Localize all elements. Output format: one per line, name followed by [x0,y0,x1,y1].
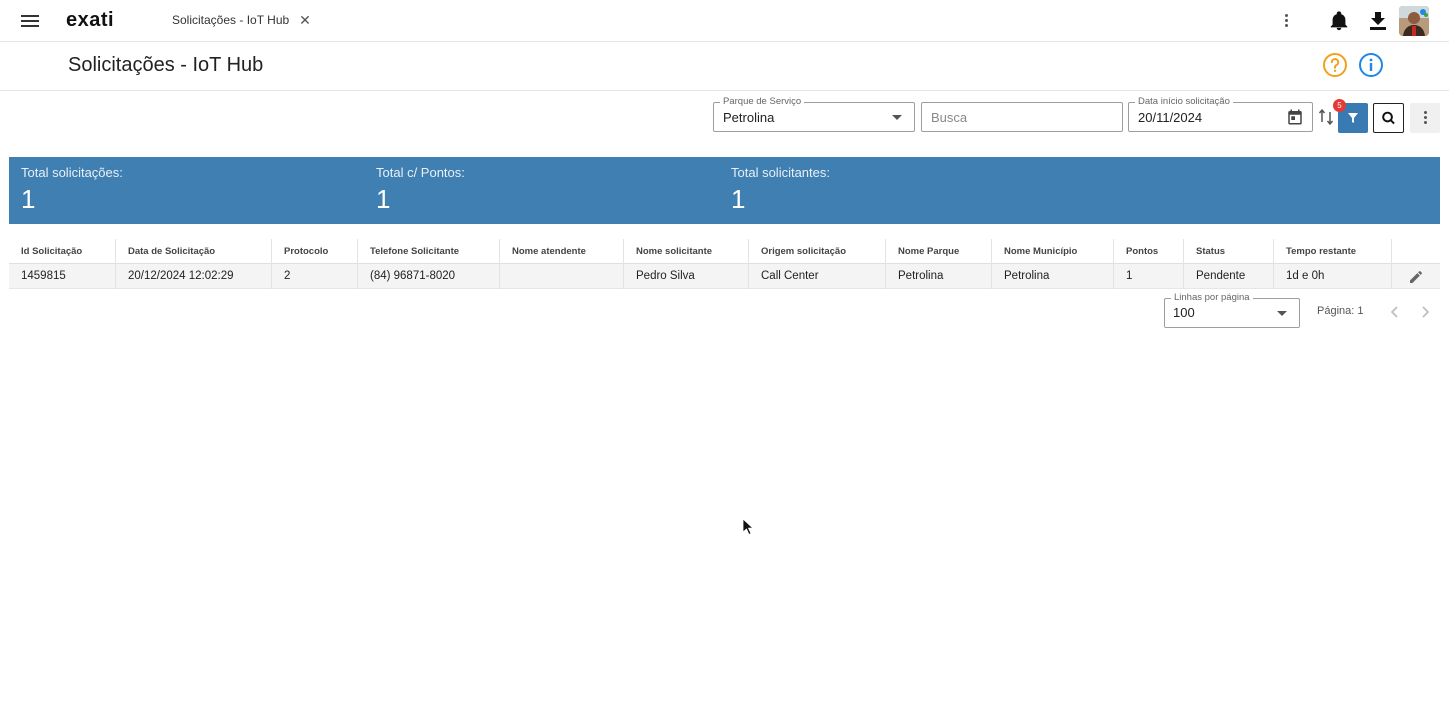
col-tempo[interactable]: Tempo restante [1274,239,1392,264]
calendar-icon[interactable] [1286,108,1304,126]
cell-origem: Call Center [749,264,886,289]
cell-id: 1459815 [9,264,116,289]
page-indicator: Página: 1 [1317,305,1364,317]
more-options-button[interactable] [1410,103,1440,133]
col-protocolo[interactable]: Protocolo [272,239,358,264]
col-telefone[interactable]: Telefone Solicitante [358,239,500,264]
parque-value: Petrolina [723,110,775,125]
col-status[interactable]: Status [1184,239,1274,264]
parque-select[interactable]: Parque de Serviço Petrolina [713,96,915,132]
stat-label: Total c/ Pontos: [376,165,465,180]
search-icon [1382,111,1395,125]
requests-table: Id Solicitação Data de Solicitação Proto… [9,239,1440,289]
chevron-down-icon [1277,311,1287,316]
top-bar: exati Solicitações - IoT Hub ✕ [0,0,1449,42]
summary-band: Total solicitações: 1 Total c/ Pontos: 1… [9,157,1440,224]
rows-per-page-value: 100 [1173,305,1195,320]
col-atendente[interactable]: Nome atendente [500,239,624,264]
stat-total-pontos: Total c/ Pontos: 1 [376,165,465,215]
stat-value: 1 [376,184,391,214]
stat-label: Total solicitantes: [731,165,830,180]
cell-status: Pendente [1184,264,1274,289]
page-header: Solicitações - IoT Hub [0,42,1449,91]
download-icon[interactable] [1366,8,1390,34]
stat-value: 1 [731,184,746,214]
stat-label: Total solicitações: [21,165,123,180]
menu-icon[interactable] [20,12,40,30]
col-municipio[interactable]: Nome Município [992,239,1114,264]
chevron-down-icon [892,115,902,120]
search-input[interactable] [922,103,1122,131]
stat-total-solicitantes: Total solicitantes: 1 [731,165,830,215]
date-label: Data início solicitação [1135,96,1233,107]
more-vert-icon[interactable] [1280,12,1292,30]
info-icon[interactable] [1358,52,1384,78]
cell-data: 20/12/2024 12:02:29 [116,264,272,289]
cell-telefone: (84) 96871-8020 [358,264,500,289]
table-row[interactable]: 1459815 20/12/2024 12:02:29 2 (84) 96871… [9,264,1440,289]
cell-municipio: Petrolina [992,264,1114,289]
tab-solicitacoes[interactable]: Solicitações - IoT Hub [172,13,289,27]
cell-solicitante: Pedro Silva [624,264,749,289]
cell-atendente [500,264,624,289]
close-icon[interactable]: ✕ [298,12,312,28]
table-header: Id Solicitação Data de Solicitação Proto… [9,239,1440,264]
avatar[interactable] [1399,6,1429,36]
stat-value: 1 [21,184,36,214]
edit-icon[interactable] [1408,269,1424,285]
cell-tempo: 1d e 0h [1274,264,1392,289]
rows-per-page-select[interactable]: Linhas por página 100 [1164,292,1300,328]
search-field[interactable] [921,102,1123,132]
help-icon[interactable] [1322,52,1348,78]
rows-per-page-label: Linhas por página [1171,292,1253,303]
sort-icon[interactable] [1318,107,1334,127]
col-parque[interactable]: Nome Parque [886,239,992,264]
date-value: 20/11/2024 [1138,110,1203,125]
col-solicitante[interactable]: Nome solicitante [624,239,749,264]
stat-total-solicitacoes: Total solicitações: 1 [21,165,123,215]
mouse-cursor-icon [742,518,754,536]
cell-protocolo: 2 [272,264,358,289]
col-data[interactable]: Data de Solicitação [116,239,272,264]
bell-icon[interactable] [1328,9,1350,33]
chevron-left-icon[interactable] [1387,304,1403,320]
search-button[interactable] [1373,103,1404,133]
filter-count-badge: 5 [1333,99,1346,112]
col-pontos[interactable]: Pontos [1114,239,1184,264]
col-id[interactable]: Id Solicitação [9,239,116,264]
cell-pontos: 1 [1114,264,1184,289]
cell-parque: Petrolina [886,264,992,289]
col-origem[interactable]: Origem solicitação [749,239,886,264]
chevron-right-icon[interactable] [1417,304,1433,320]
parque-label: Parque de Serviço [720,96,805,107]
app-logo[interactable]: exati [66,9,114,32]
date-field[interactable]: Data início solicitação 20/11/2024 [1128,96,1313,132]
page-title: Solicitações - IoT Hub [68,54,264,76]
